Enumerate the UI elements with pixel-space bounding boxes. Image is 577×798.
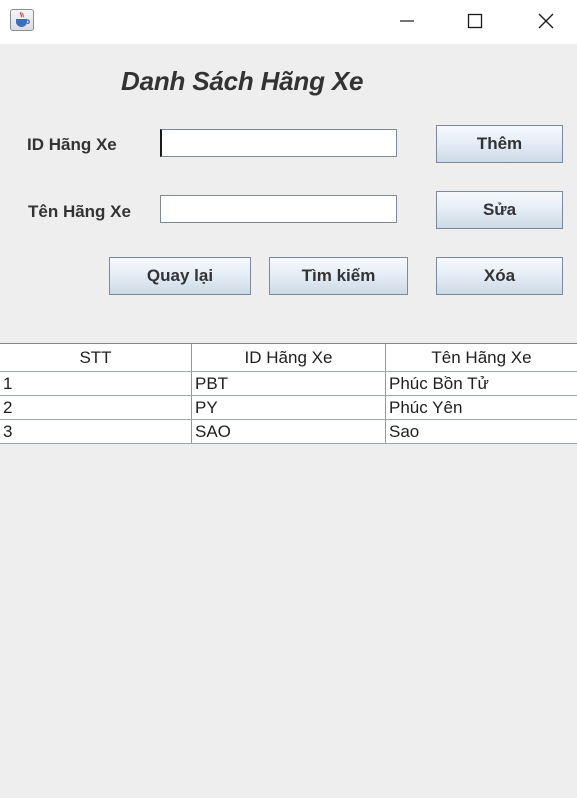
cell-stt[interactable]: 3 [0, 420, 192, 443]
form-title: Danh Sách Hãng Xe [121, 66, 364, 96]
cell-name[interactable]: Sao [386, 420, 577, 443]
add-button[interactable]: Thêm [436, 125, 563, 163]
id-input[interactable] [160, 129, 397, 157]
close-icon [538, 13, 554, 29]
cell-name[interactable]: Phúc Yên [386, 396, 577, 419]
column-header-name[interactable]: Tên Hãng Xe [386, 344, 577, 371]
java-coffee-icon [10, 9, 34, 31]
cell-id[interactable]: PBT [192, 372, 386, 395]
cell-stt[interactable]: 2 [0, 396, 192, 419]
maximize-icon [467, 13, 483, 29]
column-header-id[interactable]: ID Hãng Xe [192, 344, 386, 371]
table-header: STT ID Hãng Xe Tên Hãng Xe [0, 343, 577, 372]
cell-id[interactable]: SAO [192, 420, 386, 443]
cell-name[interactable]: Phúc Bồn Tử [386, 372, 577, 395]
edit-button[interactable]: Sửa [436, 191, 563, 229]
search-button[interactable]: Tìm kiếm [269, 257, 408, 295]
minimize-button[interactable] [384, 0, 430, 44]
cell-id[interactable]: PY [192, 396, 386, 419]
minimize-icon [400, 20, 414, 22]
table-row[interactable]: 1 PBT Phúc Bồn Tử [0, 372, 577, 396]
delete-button[interactable]: Xóa [436, 257, 563, 295]
window-titlebar [0, 0, 577, 44]
name-label: Tên Hãng Xe [28, 202, 131, 221]
name-input[interactable] [160, 195, 397, 223]
back-button[interactable]: Quay lại [109, 257, 251, 295]
cell-stt[interactable]: 1 [0, 372, 192, 395]
close-button[interactable] [523, 0, 569, 44]
column-header-stt[interactable]: STT [0, 344, 192, 371]
table-row[interactable]: 3 SAO Sao [0, 420, 577, 444]
id-label: ID Hãng Xe [27, 135, 117, 154]
maximize-button[interactable] [452, 0, 498, 44]
table-row[interactable]: 2 PY Phúc Yên [0, 396, 577, 420]
